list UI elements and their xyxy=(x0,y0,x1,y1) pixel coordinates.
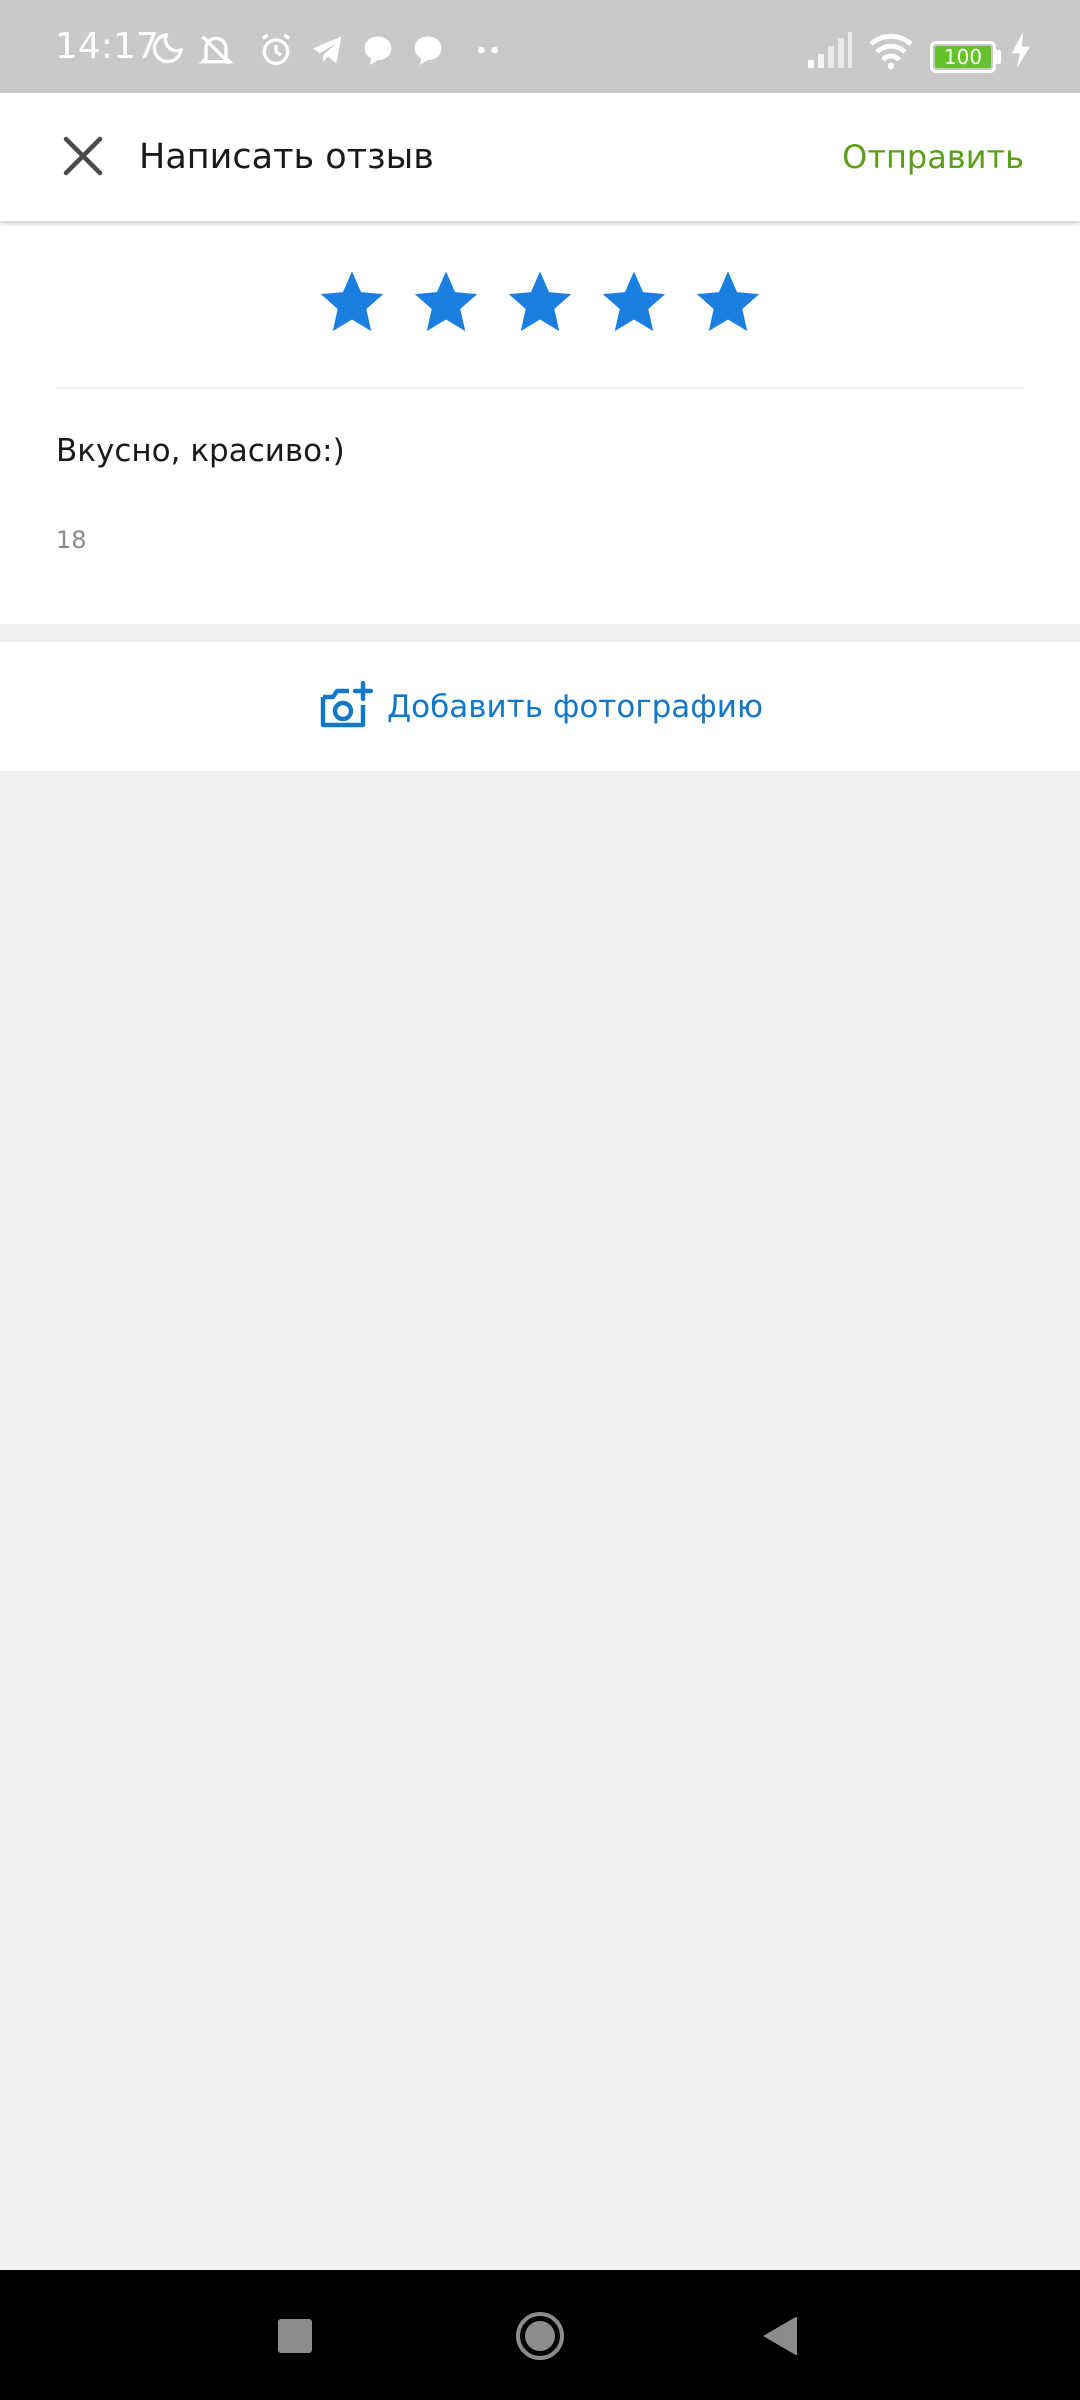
star-5[interactable] xyxy=(693,266,763,338)
star-3[interactable] xyxy=(505,266,575,338)
star-1[interactable] xyxy=(317,266,387,338)
add-photo-button[interactable]: Добавить фотографию xyxy=(0,642,1080,771)
home-circle-icon xyxy=(516,2312,564,2360)
close-button[interactable] xyxy=(50,123,116,189)
wifi-icon xyxy=(866,30,916,70)
star-icon xyxy=(696,271,760,332)
recent-apps-button[interactable] xyxy=(277,2318,313,2354)
telegram-icon xyxy=(308,30,348,70)
star-2[interactable] xyxy=(411,266,481,338)
close-icon xyxy=(63,136,103,176)
send-button[interactable]: Отправить xyxy=(842,93,1024,221)
divider xyxy=(56,387,1024,389)
signal-icon xyxy=(806,30,854,70)
add-photo-label: Добавить фотографию xyxy=(386,688,764,725)
character-count: 18 xyxy=(56,526,87,554)
home-button[interactable] xyxy=(514,2310,566,2362)
system-navigation-bar xyxy=(0,2270,1080,2400)
review-text-field[interactable]: Вкусно, красиво:) xyxy=(56,433,345,469)
muted-bell-icon xyxy=(196,30,236,70)
page-title: Написать отзыв xyxy=(139,137,434,177)
star-rating xyxy=(0,266,1080,346)
review-card: Вкусно, красиво:) 18 xyxy=(0,221,1080,624)
star-icon xyxy=(414,271,478,332)
star-icon xyxy=(602,271,666,332)
charging-icon xyxy=(1006,30,1034,70)
chat-bubble-icon xyxy=(408,30,448,70)
star-icon xyxy=(320,271,384,332)
battery-icon: 100 xyxy=(930,41,996,73)
star-icon xyxy=(508,271,572,332)
app-bar: Написать отзыв Отправить xyxy=(0,93,1080,221)
status-bar: 14:17 100 xyxy=(0,0,1080,93)
back-triangle-icon xyxy=(764,2317,797,2355)
battery-tip xyxy=(996,50,1001,64)
more-dots-icon xyxy=(468,30,508,70)
add-photo-camera-icon xyxy=(317,680,373,733)
battery-level: 100 xyxy=(935,46,991,68)
back-button[interactable] xyxy=(762,2316,798,2356)
star-4[interactable] xyxy=(599,266,669,338)
chat-bubble-icon xyxy=(358,30,398,70)
moon-icon xyxy=(146,30,186,70)
square-icon xyxy=(278,2319,312,2353)
alarm-icon xyxy=(256,30,296,70)
status-time: 14:17 xyxy=(55,26,159,67)
